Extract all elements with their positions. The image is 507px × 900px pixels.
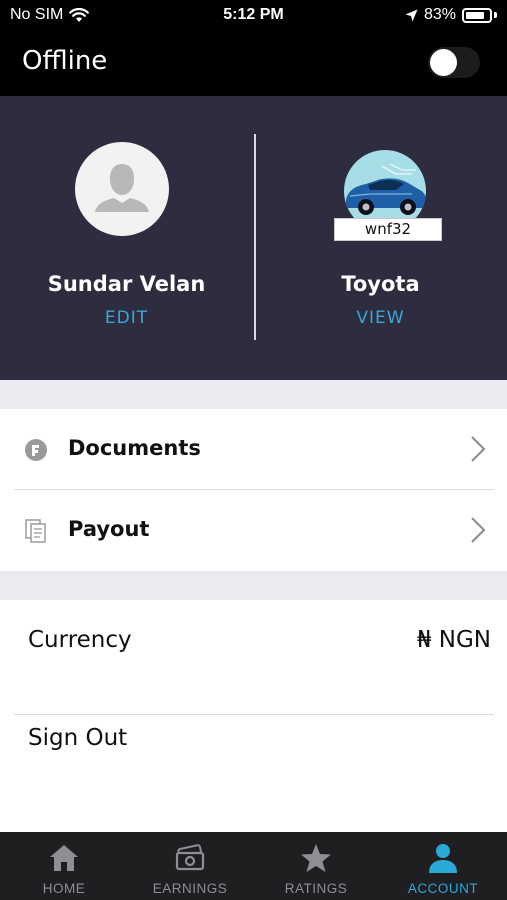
- avatar[interactable]: [75, 142, 169, 236]
- vehicle-name: Toyota: [341, 272, 420, 296]
- account-icon: [429, 844, 457, 873]
- nav-home[interactable]: HOME: [1, 832, 127, 900]
- row-divider: [14, 714, 494, 715]
- status-bar: No SIM 5:12 PM 83%: [0, 0, 507, 30]
- currency-value: ₦ NGN: [416, 627, 491, 653]
- documents-row[interactable]: Documents: [0, 409, 507, 490]
- nav-account[interactable]: ACCOUNT: [380, 832, 506, 900]
- battery-tip: [494, 12, 497, 18]
- currency-label: Currency: [28, 627, 132, 653]
- document-icon: [25, 439, 47, 461]
- chevron-right-icon: [471, 517, 486, 543]
- earnings-icon: [175, 844, 205, 871]
- driver-name: Sundar Velan: [47, 272, 206, 296]
- vehicle-profile: wnf32 Toyota VIEW: [254, 96, 507, 380]
- bottom-nav: HOME EARNINGS RATINGS ACCOUNT: [0, 832, 507, 900]
- license-plate: wnf32: [334, 218, 442, 241]
- battery-icon: [462, 7, 492, 23]
- app-header: Offline: [0, 30, 507, 96]
- person-silhouette-icon: [95, 164, 149, 212]
- payout-label: Payout: [68, 517, 150, 541]
- payout-icon: [25, 519, 46, 543]
- battery-percent: 83%: [423, 6, 456, 23]
- toggle-knob: [430, 49, 457, 76]
- nav-ratings-label: RATINGS: [284, 881, 348, 896]
- documents-label: Documents: [68, 436, 201, 460]
- chevron-right-icon: [471, 436, 486, 462]
- payout-row[interactable]: Payout: [0, 490, 507, 571]
- driver-status-title: Offline: [22, 46, 108, 76]
- home-icon: [50, 845, 78, 871]
- star-icon: [301, 844, 331, 872]
- edit-profile-link[interactable]: EDIT: [0, 308, 253, 328]
- section-gap: [0, 571, 507, 600]
- nav-home-label: HOME: [42, 881, 86, 896]
- status-right: 83%: [405, 6, 497, 24]
- battery-level: [466, 11, 485, 19]
- nav-earnings-label: EARNINGS: [152, 881, 228, 896]
- driver-profile: Sundar Velan EDIT: [0, 96, 253, 380]
- online-toggle[interactable]: [428, 47, 480, 78]
- nav-earnings[interactable]: EARNINGS: [127, 832, 253, 900]
- location-arrow-icon: [405, 9, 418, 21]
- sign-out-button[interactable]: Sign Out: [28, 725, 127, 751]
- account-menu: Documents Payout: [0, 409, 507, 571]
- settings-list: Currency ₦ NGN Sign Out: [0, 600, 507, 832]
- profile-panel: Sundar Velan EDIT wnf32 Toyota VIEW: [0, 96, 507, 380]
- nav-account-label: ACCOUNT: [407, 881, 479, 896]
- view-vehicle-link[interactable]: VIEW: [254, 308, 507, 328]
- nav-ratings[interactable]: RATINGS: [253, 832, 379, 900]
- section-gap: [0, 380, 507, 409]
